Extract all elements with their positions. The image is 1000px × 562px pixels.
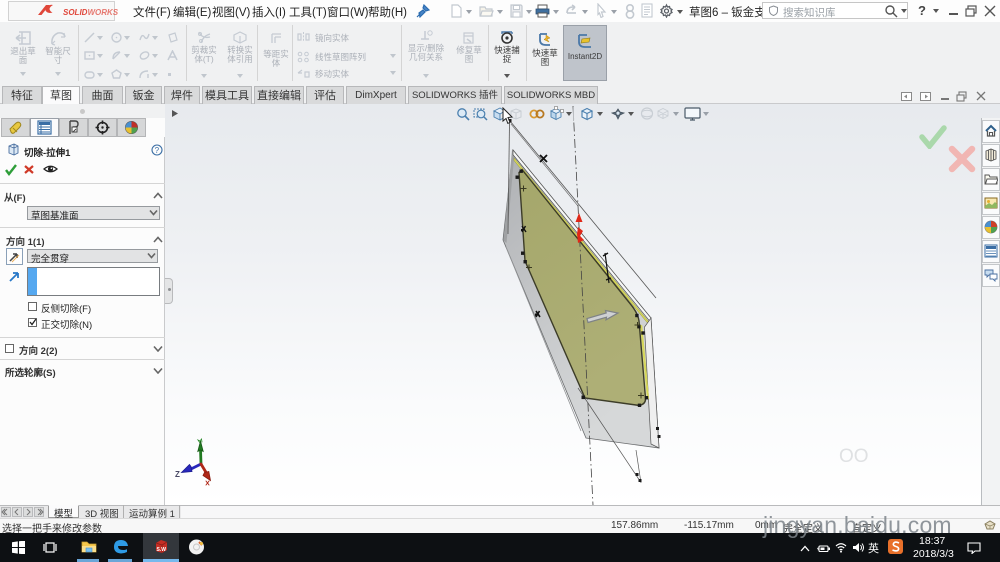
svg-text:Z: Z bbox=[175, 470, 180, 479]
svg-text:SOLIDWORKS: SOLIDWORKS bbox=[63, 8, 119, 17]
svg-text:S.W: S.W bbox=[157, 547, 167, 553]
svg-text:?: ? bbox=[155, 146, 160, 155]
